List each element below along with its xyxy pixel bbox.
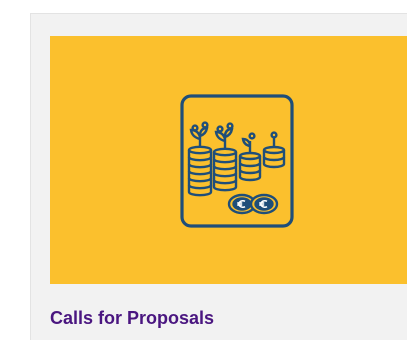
- card-title-link[interactable]: Calls for Proposals: [50, 308, 214, 329]
- calls-for-proposals-card[interactable]: Calls for Proposals: [30, 13, 407, 340]
- page: Calls for Proposals: [0, 0, 407, 340]
- card-banner[interactable]: [50, 36, 407, 284]
- funding-coins-plants-icon: [180, 94, 294, 228]
